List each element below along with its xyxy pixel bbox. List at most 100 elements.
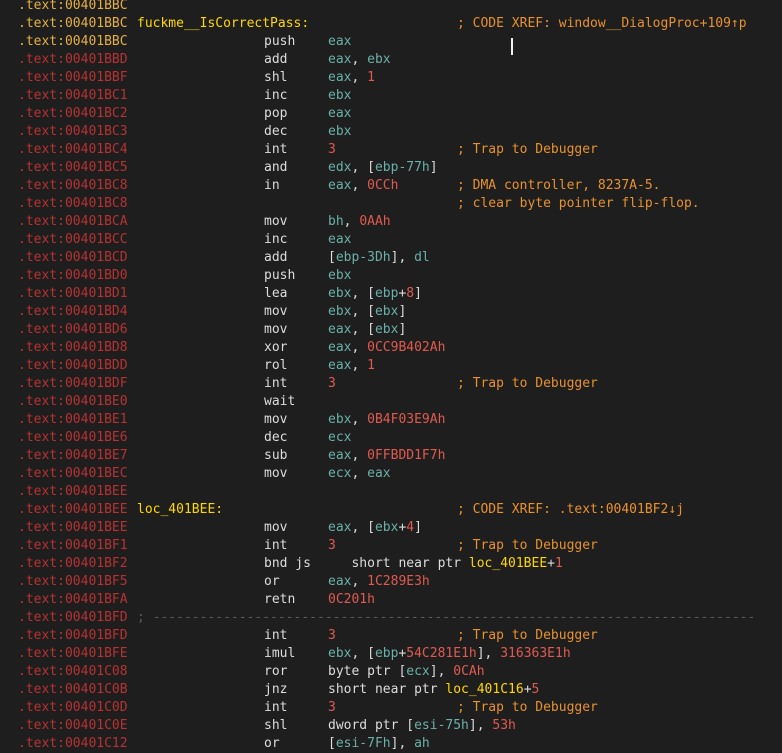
section-separator: ; --------------------------------------… bbox=[137, 610, 756, 625]
listing-line[interactable]: .text:00401BF5 or eax, 1C289E3h bbox=[0, 573, 782, 591]
listing-line[interactable]: .text:00401C0B jnz short near ptr loc_401C… bbox=[0, 681, 782, 699]
listing-line[interactable]: .text:00401BF2 bnd js short near ptr loc_… bbox=[0, 555, 782, 573]
operand-label-ref[interactable]: loc_401BEE bbox=[469, 556, 547, 571]
listing-line[interactable]: .text:00401C0E shl dword ptr [esi-75h], 53… bbox=[0, 717, 782, 735]
instruction-operands: ecx, eax bbox=[328, 465, 391, 483]
listing-line[interactable]: .text:00401BBF shl eax, 1 bbox=[0, 69, 782, 87]
listing-line[interactable]: .text:00401BFD ; ------------------------… bbox=[0, 609, 782, 627]
listing-line[interactable]: .text:00401BC1 inc ebx bbox=[0, 87, 782, 105]
line-comment: ; CODE XREF: .text:00401BF2↓j bbox=[457, 502, 684, 517]
line-address: .text:00401BE0 bbox=[18, 394, 128, 409]
listing-line[interactable]: .text:00401BFE imul ebx, [ebp+54C281E1h], … bbox=[0, 645, 782, 663]
listing-line[interactable]: .text:00401BE6 dec ecx bbox=[0, 429, 782, 447]
instruction-operands: ebx bbox=[328, 123, 351, 141]
listing-line[interactable]: .text:00401BBC push eax bbox=[0, 33, 782, 51]
line-address: .text:00401BBC bbox=[18, 34, 128, 49]
operand-register: eax bbox=[367, 466, 391, 481]
instruction-operands: ebx, [ebp+54C281E1h], 316363E1h bbox=[328, 645, 571, 663]
listing-line[interactable]: .text:00401BD8 xor eax, 0CC9B402Ah bbox=[0, 339, 782, 357]
listing-line[interactable]: .text:00401BEE mov eax, [ebx+4] bbox=[0, 519, 782, 537]
listing-line[interactable]: .text:00401BBC fuckme__IsCorrectPass: ; CO… bbox=[0, 15, 782, 33]
listing-line[interactable]: .text:00401BE1 mov ebx, 0B4F03E9Ah bbox=[0, 411, 782, 429]
operand-register: bh bbox=[328, 214, 344, 229]
line-address: .text:00401BDD bbox=[18, 358, 128, 373]
operand-text: , [ bbox=[351, 646, 375, 661]
instruction-operands: ebx bbox=[328, 267, 351, 285]
line-address: .text:00401BD4 bbox=[18, 304, 128, 319]
line-address: .text:00401BC5 bbox=[18, 160, 128, 175]
listing-line[interactable]: .text:00401C08 ror byte ptr [ecx], 0CAh bbox=[0, 663, 782, 681]
listing-line[interactable]: .text:00401BEE loc_401BEE: ; CODE XREF: .t… bbox=[0, 501, 782, 519]
line-address: .text:00401C0D bbox=[18, 700, 128, 715]
listing-line[interactable]: .text:00401BD6 mov eax, [ebx] bbox=[0, 321, 782, 339]
line-address: .text:00401C08 bbox=[18, 664, 128, 679]
listing-line[interactable]: .text:00401BD4 mov ebx, [ebx] bbox=[0, 303, 782, 321]
listing-line[interactable]: .text:00401BD0 push ebx bbox=[0, 267, 782, 285]
listing-line[interactable]: .text:00401BEE bbox=[0, 483, 782, 501]
instruction-operands: ebx, 0B4F03E9Ah bbox=[328, 411, 445, 429]
operand-register: eax bbox=[328, 322, 352, 337]
instruction-mnemonic: mov bbox=[264, 412, 288, 427]
line-comment: ; Trap to Debugger bbox=[457, 142, 598, 157]
disassembly-listing[interactable]: .text:00401BBC .text:00401BBC fuckme__IsCo… bbox=[0, 0, 782, 753]
listing-line[interactable]: .text:00401BF1 int 3 ; Trap to Debugger bbox=[0, 537, 782, 555]
listing-line[interactable]: .text:00401BCC inc eax bbox=[0, 231, 782, 249]
listing-line[interactable]: .text:00401BD1 lea ebx, [ebp+8] bbox=[0, 285, 782, 303]
instruction-mnemonic: and bbox=[264, 160, 288, 175]
line-comment: ; Trap to Debugger bbox=[457, 538, 598, 553]
listing-line[interactable]: .text:00401BC3 dec ebx bbox=[0, 123, 782, 141]
listing-line[interactable]: .text:00401BDF int 3 ; Trap to Debugger bbox=[0, 375, 782, 393]
operand-number: 0FFBDD1F7h bbox=[367, 448, 446, 463]
listing-line[interactable]: .text:00401C12 or [esi-7Fh], ah bbox=[0, 735, 782, 753]
instruction-operands: 3 bbox=[328, 627, 336, 645]
line-address: .text:00401BE1 bbox=[18, 412, 128, 427]
listing-line[interactable]: .text:00401BDD rol eax, 1 bbox=[0, 357, 782, 375]
line-address: .text:00401BEE bbox=[18, 520, 128, 535]
line-address: .text:00401BC8 bbox=[18, 178, 128, 193]
instruction-operands: eax, 1 bbox=[328, 357, 375, 375]
instruction-mnemonic: or bbox=[264, 736, 280, 751]
listing-line[interactable]: .text:00401C0D int 3 ; Trap to Debugger bbox=[0, 699, 782, 717]
operand-number: 0B4F03E9Ah bbox=[367, 412, 446, 427]
instruction-operands: dword ptr [esi-75h], 53h bbox=[328, 717, 516, 735]
code-label[interactable]: fuckme__IsCorrectPass: bbox=[137, 15, 309, 33]
operand-number: 8 bbox=[406, 286, 415, 301]
listing-line[interactable]: .text:00401BEC mov ecx, eax bbox=[0, 465, 782, 483]
listing-line[interactable]: .text:00401BE7 sub eax, 0FFBDD1F7h bbox=[0, 447, 782, 465]
listing-line[interactable]: .text:00401BFA retn 0C201h bbox=[0, 591, 782, 609]
line-address: .text:00401BF1 bbox=[18, 538, 128, 553]
instruction-mnemonic: mov bbox=[264, 322, 288, 337]
instruction-operands: eax, [ebx+4] bbox=[328, 519, 422, 537]
listing-line[interactable]: .text:00401BC5 and edx, [ebp-77h] bbox=[0, 159, 782, 177]
instruction-operands: eax, 1 bbox=[328, 69, 375, 87]
listing-line[interactable]: .text:00401BC8 in eax, 0CCh ; DMA controlle… bbox=[0, 177, 782, 195]
line-address: .text:00401BBC bbox=[18, 16, 128, 31]
instruction-operands: edx, [ebp-77h] bbox=[328, 159, 438, 177]
code-label[interactable]: loc_401BEE: bbox=[137, 501, 223, 519]
operand-register: ebp-77h bbox=[374, 160, 430, 175]
operand-text: ], bbox=[390, 736, 415, 751]
instruction-mnemonic: xor bbox=[264, 340, 288, 355]
operand-label-ref[interactable]: loc_401C16 bbox=[445, 682, 523, 697]
instruction-operands: ebx, [ebp+8] bbox=[328, 285, 422, 303]
listing-line[interactable]: .text:00401BC8 ; clear byte pointer flip-… bbox=[0, 195, 782, 213]
operand-register: eax bbox=[328, 340, 352, 355]
operand-register: ebp-3Dh bbox=[335, 250, 391, 265]
instruction-operands: eax, 0FFBDD1F7h bbox=[328, 447, 445, 465]
instruction-mnemonic: dec bbox=[264, 124, 288, 139]
listing-line[interactable]: .text:00401BCA mov bh, 0AAh bbox=[0, 213, 782, 231]
instruction-mnemonic: push bbox=[264, 268, 296, 283]
listing-line[interactable]: .text:00401BBC bbox=[0, 0, 782, 15]
instruction-mnemonic: shl bbox=[264, 70, 288, 85]
operand-register: dl bbox=[414, 250, 430, 265]
listing-line[interactable]: .text:00401BCD add [ebp-3Dh], dl bbox=[0, 249, 782, 267]
instruction-mnemonic: int bbox=[264, 628, 288, 643]
line-address: .text:00401BCA bbox=[18, 214, 128, 229]
listing-line[interactable]: .text:00401BFD int 3 ; Trap to Debugger bbox=[0, 627, 782, 645]
listing-line[interactable]: .text:00401BC2 pop eax bbox=[0, 105, 782, 123]
instruction-mnemonic: mov bbox=[264, 466, 288, 481]
listing-line[interactable]: .text:00401BBD add eax, ebx bbox=[0, 51, 782, 69]
listing-line[interactable]: .text:00401BE0 wait bbox=[0, 393, 782, 411]
listing-line[interactable]: .text:00401BC4 int 3 ; Trap to Debugger bbox=[0, 141, 782, 159]
instruction-operands: ebx bbox=[328, 87, 351, 105]
